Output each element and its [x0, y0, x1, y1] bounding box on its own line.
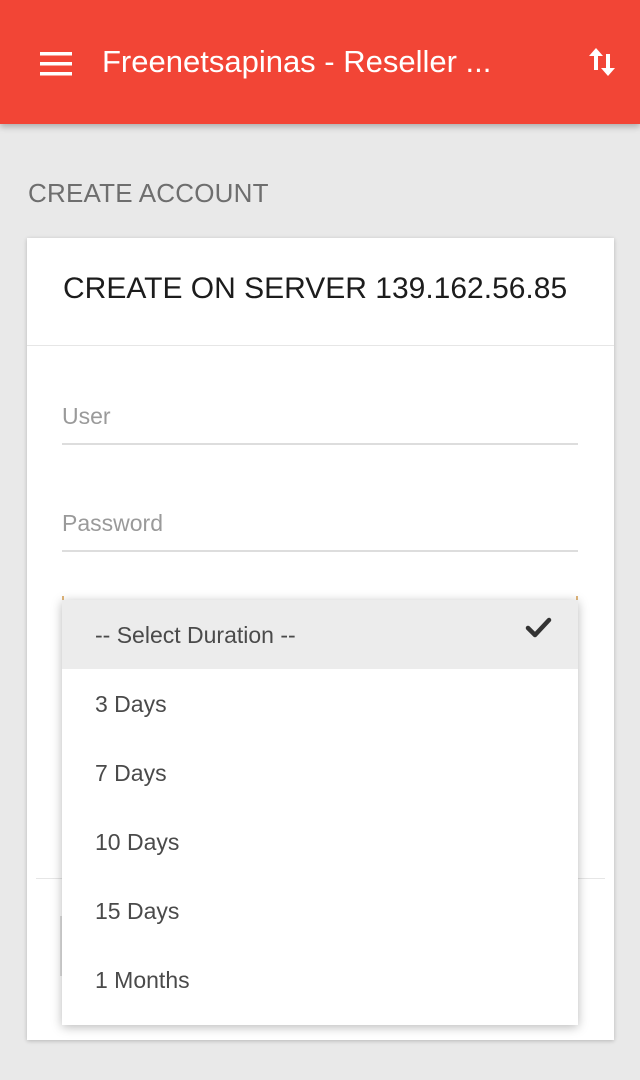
- option-label: 10 Days: [95, 829, 180, 855]
- app-bar: Freenetsapinas - Reseller ...: [0, 0, 640, 124]
- swap-vertical-arrows-icon[interactable]: [586, 42, 618, 82]
- hamburger-menu-icon[interactable]: [40, 52, 72, 76]
- duration-dropdown: -- Select Duration -- 3 Days 7 Days 10 D…: [62, 600, 578, 1025]
- user-input[interactable]: [62, 393, 578, 439]
- dropdown-option-select-duration[interactable]: -- Select Duration --: [62, 600, 578, 669]
- section-title: CREATE ACCOUNT: [28, 178, 269, 208]
- dropdown-option-1-months[interactable]: 1 Months: [62, 945, 578, 1014]
- password-field: [62, 500, 578, 552]
- option-label: 1 Months: [95, 967, 190, 993]
- password-input[interactable]: [62, 500, 578, 546]
- dropdown-option-3-days[interactable]: 3 Days: [62, 669, 578, 738]
- dropdown-option-15-days[interactable]: 15 Days: [62, 876, 578, 945]
- option-label: 3 Days: [95, 691, 167, 717]
- user-field: [62, 393, 578, 445]
- dropdown-option-7-days[interactable]: 7 Days: [62, 738, 578, 807]
- card-header: CREATE ON SERVER 139.162.56.85: [27, 238, 614, 346]
- app-title: Freenetsapinas - Reseller ...: [102, 44, 492, 79]
- dropdown-option-10-days[interactable]: 10 Days: [62, 807, 578, 876]
- checkmark-icon: [525, 615, 553, 641]
- card-title: CREATE ON SERVER 139.162.56.85: [63, 272, 568, 305]
- option-label: -- Select Duration --: [95, 622, 296, 648]
- option-label: 7 Days: [95, 760, 167, 786]
- option-label: 15 Days: [95, 898, 180, 924]
